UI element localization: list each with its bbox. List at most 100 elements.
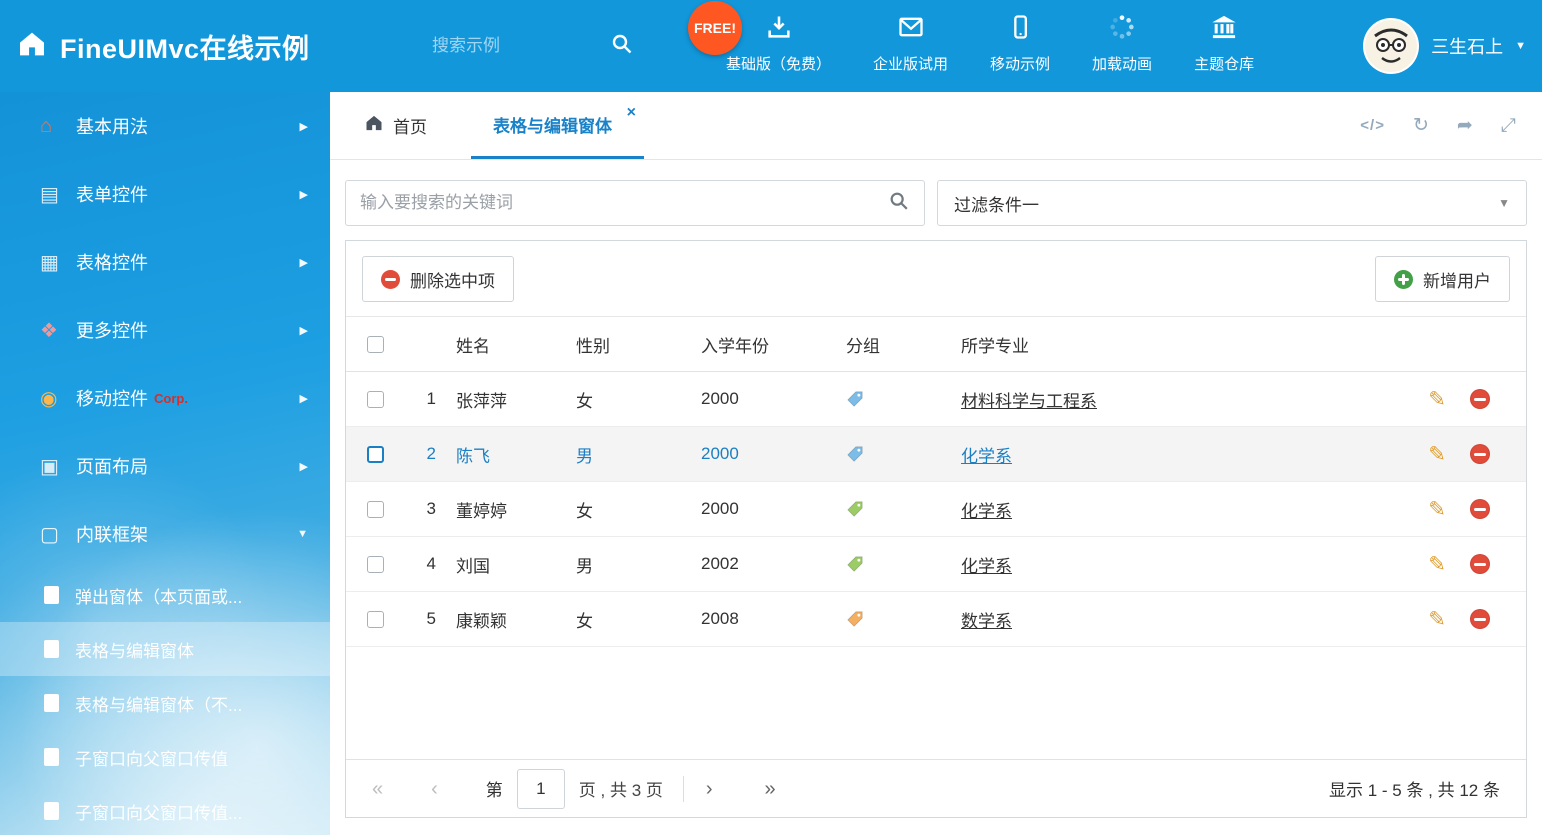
row-checkbox[interactable] [367, 611, 384, 628]
keyword-search-input[interactable] [360, 193, 888, 213]
cell-year: 2002 [701, 554, 846, 574]
sidebar-item-mobile-controls[interactable]: ◉ 移动控件 Corp. ▶ [0, 364, 330, 432]
next-page-icon[interactable]: › [706, 779, 713, 799]
major-link[interactable]: 化学系 [961, 502, 1012, 521]
sidebar-subitem-grid-edit-window[interactable]: 表格与编辑窗体 [0, 622, 330, 676]
divider [683, 776, 684, 802]
prev-page-icon[interactable]: ‹ [431, 779, 438, 799]
edit-icon[interactable]: ✎ [1428, 389, 1446, 410]
download-icon [765, 13, 793, 46]
table-row[interactable]: 1 张萍萍 女 2000 材料科学与工程系 ✎ [346, 372, 1526, 427]
delete-icon[interactable] [1470, 499, 1490, 519]
major-link[interactable]: 数学系 [961, 612, 1012, 631]
page-prefix-label: 第 [486, 776, 503, 801]
tab-tools: </> ↻ ➦ ⤢ [1360, 92, 1516, 159]
sidebar-item-page-layout[interactable]: ▣ 页面布局 ▶ [0, 432, 330, 500]
fullscreen-icon[interactable]: ⤢ [1501, 116, 1516, 135]
tab-home[interactable]: 首页 [364, 92, 427, 159]
header-nav: 基础版（免费） 企业版试用 移动示例 加载动画 主题仓库 [726, 13, 1254, 74]
search-icon[interactable] [888, 190, 910, 217]
sidebar-item-label: 页面布局 [76, 453, 148, 479]
sidebar-subitem-label: 表格与编辑窗体（不... [75, 691, 242, 716]
app-title: FineUIMvc在线示例 [60, 27, 310, 66]
row-checkbox[interactable] [367, 501, 384, 518]
nav-mobile-demo[interactable]: 移动示例 [990, 13, 1050, 74]
search-icon[interactable] [610, 32, 634, 61]
first-page-icon[interactable]: « [372, 779, 383, 799]
sidebar-subitem-popup-window[interactable]: 弹出窗体（本页面或... [0, 568, 330, 622]
app-header: FineUIMvc在线示例 FREE! 基础版（免费） 企业版试用 移动示例 [0, 0, 1542, 92]
sidebar-item-more-controls[interactable]: ❖ 更多控件 ▶ [0, 296, 330, 364]
edit-icon[interactable]: ✎ [1428, 499, 1446, 520]
edit-icon[interactable]: ✎ [1428, 554, 1446, 575]
sidebar-subitem-child-to-parent-2[interactable]: 子窗口向父窗口传值... [0, 784, 330, 835]
corp-badge: Corp. [154, 391, 188, 406]
major-link[interactable]: 化学系 [961, 557, 1012, 576]
delete-button-label: 删除选中项 [410, 267, 495, 292]
major-link[interactable]: 化学系 [961, 447, 1012, 466]
edit-icon[interactable]: ✎ [1428, 609, 1446, 630]
nav-label: 移动示例 [990, 53, 1050, 74]
nav-theme-repo[interactable]: 主题仓库 [1194, 13, 1254, 74]
user-menu[interactable]: 三生石上 ▼ [1363, 0, 1526, 92]
record-count-summary: 显示 1 - 5 条 , 共 12 条 [1329, 776, 1500, 801]
sidebar-subitem-grid-edit-window-2[interactable]: 表格与编辑窗体（不... [0, 676, 330, 730]
delete-icon[interactable] [1470, 554, 1490, 574]
sidebar-item-basic-usage[interactable]: ⌂ 基本用法 ▶ [0, 92, 330, 160]
sidebar: ⌂ 基本用法 ▶ ▤ 表单控件 ▶ ▦ 表格控件 ▶ ❖ 更多控件 ▶ ◉ 移动… [0, 92, 330, 835]
col-header-gender: 性别 [576, 332, 701, 357]
close-icon[interactable]: × [627, 105, 636, 121]
nav-basic-free[interactable]: 基础版（免费） [726, 13, 831, 74]
free-badge: FREE! [688, 1, 742, 55]
share-icon[interactable]: ➦ [1457, 116, 1473, 135]
sidebar-item-grid-controls[interactable]: ▦ 表格控件 ▶ [0, 228, 330, 296]
row-index: 3 [402, 499, 436, 519]
sidebar-item-iframe[interactable]: ▢ 内联框架 ▼ [0, 500, 330, 568]
header-search-input[interactable] [432, 36, 582, 56]
table-row[interactable]: 4 刘国 男 2002 化学系 ✎ [346, 537, 1526, 592]
sidebar-item-label: 表格控件 [76, 249, 148, 275]
home-icon [16, 28, 48, 65]
major-link[interactable]: 材料科学与工程系 [961, 392, 1097, 411]
nav-label: 基础版（免费） [726, 53, 831, 74]
sidebar-item-form-controls[interactable]: ▤ 表单控件 ▶ [0, 160, 330, 228]
tag-icon [846, 445, 864, 463]
edit-icon[interactable]: ✎ [1428, 444, 1446, 465]
refresh-icon[interactable]: ↻ [1413, 116, 1429, 135]
table-row[interactable]: 3 董婷婷 女 2000 化学系 ✎ [346, 482, 1526, 537]
source-code-icon[interactable]: </> [1360, 118, 1385, 133]
cell-name: 刘国 [436, 552, 576, 577]
table-row[interactable]: 5 康颖颖 女 2008 数学系 ✎ [346, 592, 1526, 647]
chevron-down-icon: ▼ [297, 528, 308, 540]
cell-year: 2008 [701, 609, 846, 629]
filter-row: 过滤条件一 ▼ [330, 160, 1542, 226]
filter-dropdown[interactable]: 过滤条件一 ▼ [937, 180, 1527, 226]
page-icon [44, 586, 59, 604]
sidebar-item-label: 更多控件 [76, 317, 148, 343]
row-checkbox[interactable] [367, 391, 384, 408]
sidebar-subitem-label: 弹出窗体（本页面或... [75, 583, 242, 608]
table-row[interactable]: 2 陈飞 男 2000 化学系 ✎ [346, 427, 1526, 482]
nav-enterprise-trial[interactable]: 企业版试用 [873, 13, 948, 74]
delete-icon[interactable] [1470, 609, 1490, 629]
row-checkbox[interactable] [367, 446, 384, 463]
delete-icon[interactable] [1470, 444, 1490, 464]
add-button-label: 新增用户 [1423, 267, 1491, 292]
select-all-checkbox[interactable] [367, 336, 384, 353]
grid-panel: 删除选中项 新增用户 姓名 性别 入学年份 分组 所学专业 1 张萍萍 女 20… [345, 240, 1527, 818]
nav-loading-animation[interactable]: 加载动画 [1092, 13, 1152, 74]
last-page-icon[interactable]: » [765, 779, 776, 799]
add-user-button[interactable]: 新增用户 [1375, 256, 1510, 302]
home-tab-icon [364, 113, 384, 138]
delete-icon[interactable] [1470, 389, 1490, 409]
tab-grid-edit-window[interactable]: 表格与编辑窗体 × [471, 92, 644, 159]
row-checkbox[interactable] [367, 556, 384, 573]
nav-label: 加载动画 [1092, 53, 1152, 74]
col-header-name: 姓名 [436, 332, 576, 357]
tag-icon [846, 610, 864, 628]
delete-selected-button[interactable]: 删除选中项 [362, 256, 514, 302]
sidebar-subitem-child-to-parent[interactable]: 子窗口向父窗口传值 [0, 730, 330, 784]
bank-icon [1210, 13, 1238, 46]
cell-group [846, 445, 961, 463]
page-number-input[interactable] [517, 769, 565, 809]
